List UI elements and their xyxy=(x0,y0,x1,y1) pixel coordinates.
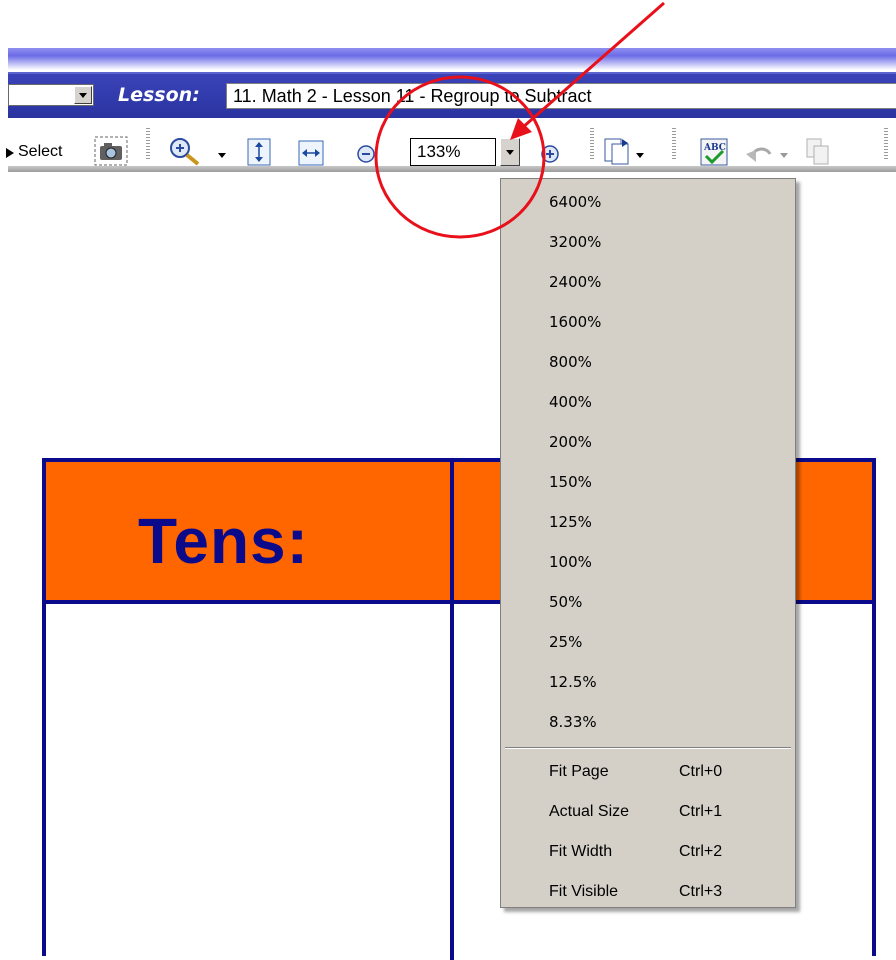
snapshot-camera-icon[interactable] xyxy=(94,136,128,166)
toolbar-separator xyxy=(672,128,676,160)
undo-icon[interactable] xyxy=(744,140,774,164)
copy-icon[interactable] xyxy=(806,138,830,166)
menu-item-12-5[interactable]: 12.5% xyxy=(549,673,597,691)
toolbar-separator xyxy=(590,128,594,160)
window-title-strip xyxy=(8,48,896,70)
lesson-label: Lesson: xyxy=(118,84,200,106)
menu-separator xyxy=(505,747,791,749)
menu-item-1600[interactable]: 1600% xyxy=(549,313,601,331)
table-column-divider xyxy=(450,462,454,960)
menu-item-150[interactable]: 150% xyxy=(549,473,592,491)
menu-item-fit-visible[interactable]: Fit Visible xyxy=(549,883,618,901)
menu-item-800[interactable]: 800% xyxy=(549,353,592,371)
lesson-combo-left[interactable] xyxy=(8,84,94,106)
shortcut-fit-width: Ctrl+2 xyxy=(679,843,723,860)
toolbar-separator xyxy=(884,128,888,160)
lesson-select[interactable]: 11. Math 2 - Lesson 11 - Regroup to Subt… xyxy=(226,83,896,109)
fit-width-icon[interactable] xyxy=(298,140,324,166)
menu-item-100[interactable]: 100% xyxy=(549,553,592,571)
shortcut-actual-size: Ctrl+1 xyxy=(679,803,723,820)
select-tool-button[interactable]: Select xyxy=(18,143,62,161)
menu-item-25[interactable]: 25% xyxy=(549,633,582,651)
zoom-dropdown-menu: 6400% 3200% 2400% 1600% 800% 400% 200% 1… xyxy=(500,178,796,908)
zoom-out-icon[interactable] xyxy=(356,144,376,164)
menu-item-fit-page[interactable]: Fit Page xyxy=(549,763,609,781)
menu-item-3200[interactable]: 3200% xyxy=(549,233,601,251)
menu-item-2400[interactable]: 2400% xyxy=(549,273,601,291)
page-layout-icon[interactable] xyxy=(604,136,630,166)
toolbar-border xyxy=(8,166,896,172)
arrow-icon xyxy=(6,148,14,158)
menu-item-6400[interactable]: 6400% xyxy=(549,193,601,211)
chevron-down-icon[interactable] xyxy=(218,153,226,158)
chevron-down-icon[interactable] xyxy=(74,86,92,104)
zoom-in-plus-icon[interactable] xyxy=(540,144,560,164)
zoom-in-icon[interactable] xyxy=(168,136,202,166)
menu-item-50[interactable]: 50% xyxy=(549,593,582,611)
zoom-dropdown-button[interactable] xyxy=(500,138,520,166)
shortcut-fit-visible: Ctrl+3 xyxy=(679,883,723,900)
menu-item-400[interactable]: 400% xyxy=(549,393,592,411)
toolbar-separator xyxy=(146,128,150,160)
menu-item-125[interactable]: 125% xyxy=(549,513,592,531)
menu-item-fit-width[interactable]: Fit Width xyxy=(549,843,612,861)
chevron-down-icon[interactable] xyxy=(636,153,644,158)
lesson-bar: Lesson: 11. Math 2 - Lesson 11 - Regroup… xyxy=(8,72,896,120)
shortcut-fit-page: Ctrl+0 xyxy=(679,763,723,780)
menu-item-200[interactable]: 200% xyxy=(549,433,592,451)
tens-header: Tens: xyxy=(138,505,309,577)
chevron-down-icon[interactable] xyxy=(780,153,788,158)
spellcheck-icon[interactable]: ABC xyxy=(700,138,728,166)
zoom-level-input[interactable]: 133% xyxy=(410,138,496,166)
menu-item-actual-size[interactable]: Actual Size xyxy=(549,803,629,821)
menu-item-8-33[interactable]: 8.33% xyxy=(549,713,597,731)
fit-page-icon[interactable] xyxy=(246,138,272,166)
